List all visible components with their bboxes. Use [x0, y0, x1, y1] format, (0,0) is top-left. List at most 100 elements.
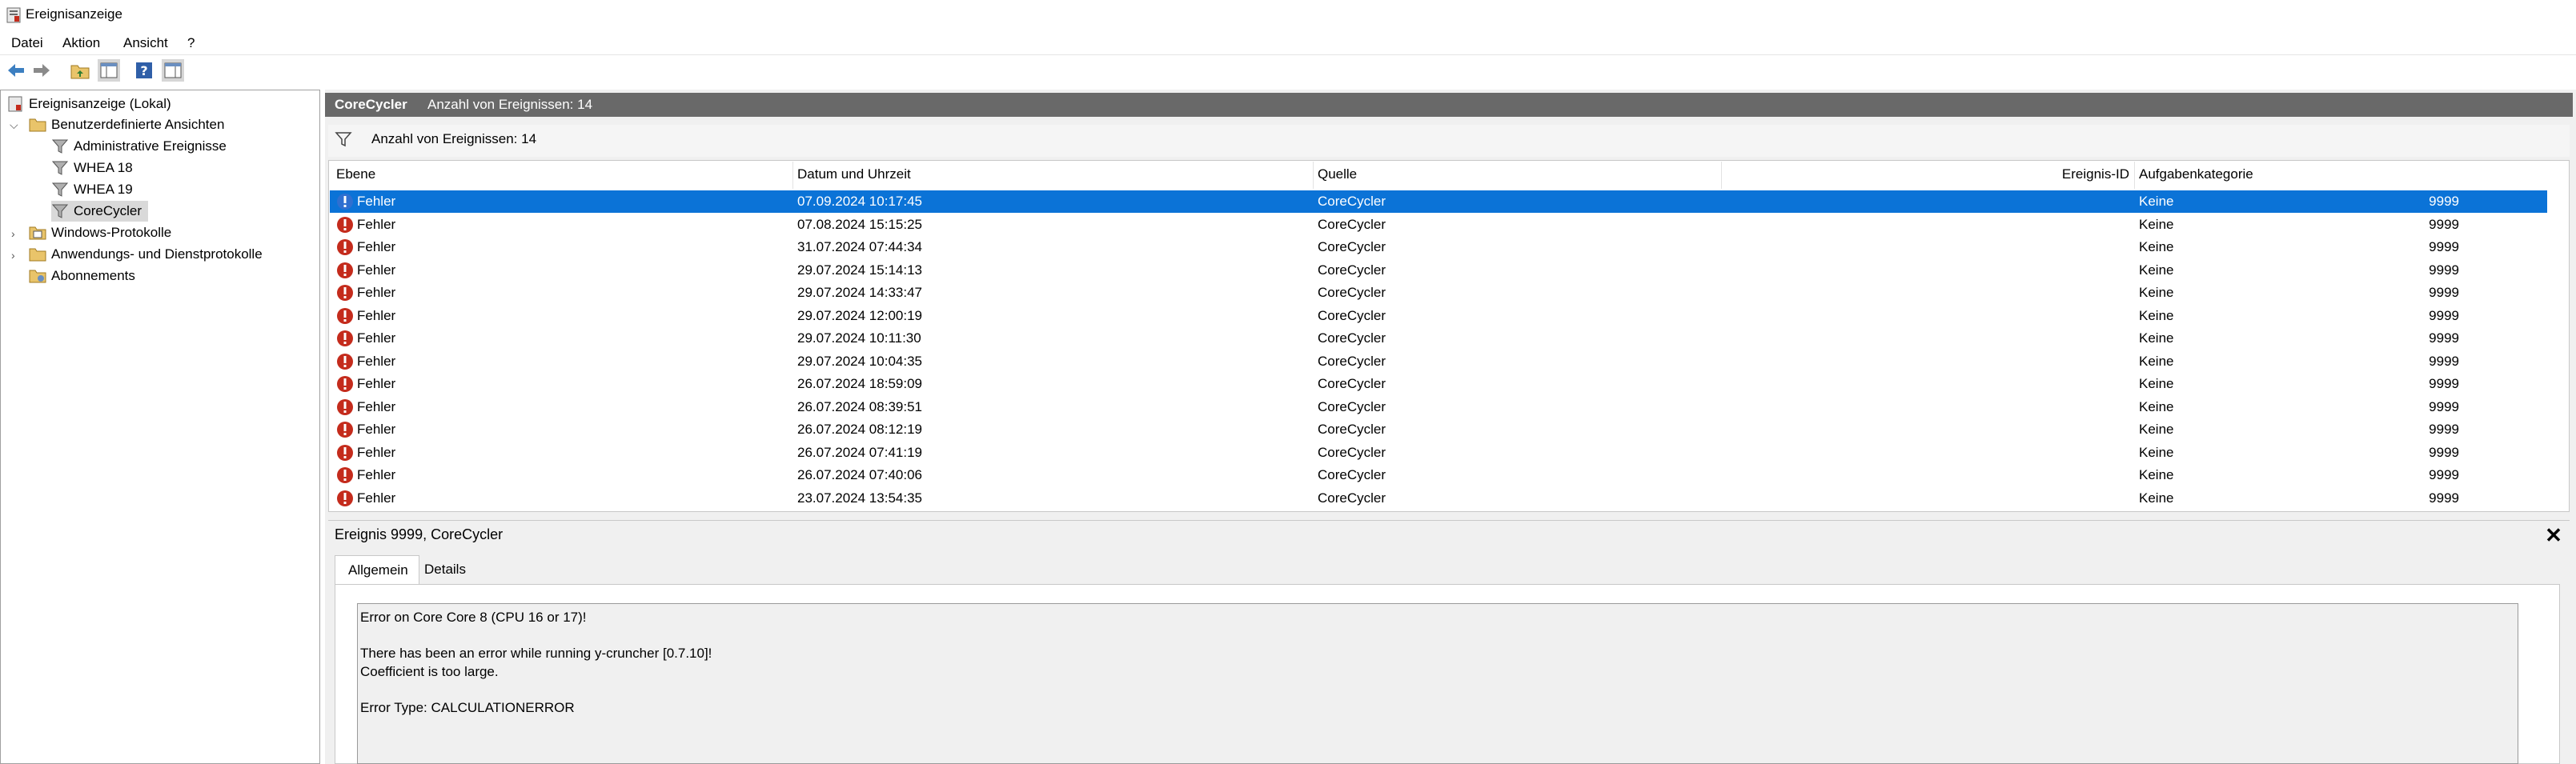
close-icon[interactable]: ✕ — [2542, 523, 2565, 547]
column-header-source[interactable]: Quelle — [1318, 166, 1357, 182]
chevron-right-icon[interactable]: › — [11, 249, 22, 262]
tree-whea19-label: WHEA 19 — [74, 182, 133, 197]
menu-aktion[interactable]: Aktion — [62, 35, 100, 51]
cell-level: Fehler — [357, 467, 396, 482]
error-icon — [337, 398, 353, 415]
tree-custom-views-label: Benutzerdefinierte Ansichten — [51, 117, 225, 132]
column-header-task[interactable]: Aufgabenkategorie — [2139, 166, 2253, 182]
detail-header — [328, 520, 2570, 551]
column-divider[interactable] — [1721, 162, 1722, 189]
cell-task: Keine — [2139, 216, 2174, 232]
toolbar — [0, 56, 2576, 86]
cell-level: Fehler — [357, 216, 396, 232]
menu-help[interactable]: ? — [187, 35, 195, 51]
cell-source: CoreCycler — [1318, 239, 1386, 254]
error-icon — [337, 444, 353, 461]
tree-app-logs[interactable]: Anwendungs- und Dienstprotokolle — [29, 244, 263, 265]
detail-title: Ereignis 9999, CoreCycler — [335, 526, 504, 542]
column-header-datetime[interactable]: Datum und Uhrzeit — [797, 166, 911, 182]
column-divider[interactable] — [792, 162, 793, 189]
up-folder-button[interactable] — [69, 59, 91, 82]
tab-allgemein[interactable]: Allgemein — [335, 555, 419, 584]
table-row[interactable]: Fehler 29.07.2024 10:04:35 CoreCycler 9999 K… — [330, 350, 2547, 373]
table-row[interactable]: Fehler 07.09.2024 10:17:45 CoreCycler 9999 K… — [330, 190, 2547, 213]
tree-whea18[interactable]: WHEA 18 — [51, 158, 133, 178]
cell-level: Fehler — [357, 239, 396, 254]
table-row[interactable]: Fehler 29.07.2024 10:11:30 CoreCycler 9999 K… — [330, 327, 2547, 350]
tree-whea18-label: WHEA 18 — [74, 160, 133, 175]
table-row[interactable]: Fehler 26.07.2024 18:59:09 CoreCycler 9999 K… — [330, 373, 2547, 395]
cell-task: Keine — [2139, 330, 2174, 346]
tab-allgemein-label: Allgemein — [348, 562, 408, 578]
cell-datetime: 26.07.2024 07:41:19 — [797, 444, 922, 460]
back-button[interactable] — [5, 59, 27, 82]
cell-datetime: 07.08.2024 15:15:25 — [797, 216, 922, 232]
cell-level: Fehler — [357, 376, 396, 391]
cell-source: CoreCycler — [1318, 262, 1386, 278]
table-row[interactable]: Fehler 31.07.2024 07:44:34 CoreCycler 9999 K… — [330, 236, 2547, 258]
cell-source: CoreCycler — [1318, 422, 1386, 437]
show-tree-button[interactable] — [98, 59, 120, 82]
cell-datetime: 23.07.2024 13:54:35 — [797, 490, 922, 506]
cell-task: Keine — [2139, 239, 2174, 254]
filter-summary: Anzahl von Ereignissen: 14 — [371, 131, 537, 146]
table-row[interactable]: Fehler 23.07.2024 13:54:35 CoreCycler 9999 K… — [330, 487, 2547, 510]
cell-level: Fehler — [357, 490, 396, 506]
chevron-right-icon[interactable]: › — [11, 227, 22, 240]
description-line: Coefficient is too large. — [360, 664, 499, 679]
view-header-bar — [325, 93, 2573, 117]
table-row[interactable]: Fehler 26.07.2024 07:41:19 CoreCycler 9999 K… — [330, 442, 2547, 464]
tree-custom-views[interactable]: Benutzerdefinierte Ansichten — [29, 114, 224, 135]
column-divider[interactable] — [1313, 162, 1314, 189]
description-line: There has been an error while running y-… — [360, 646, 712, 661]
cell-datetime: 07.09.2024 10:17:45 — [797, 194, 922, 209]
chevron-down-icon[interactable]: ⌵ — [10, 118, 21, 131]
show-action-pane-button[interactable] — [162, 59, 184, 82]
cell-level: Fehler — [357, 285, 396, 300]
description-textbox[interactable] — [357, 603, 2518, 764]
table-row[interactable]: Fehler 29.07.2024 14:33:47 CoreCycler 9999 K… — [330, 282, 2547, 304]
tab-details[interactable]: Details — [424, 562, 466, 578]
menu-ansicht[interactable]: Ansicht — [123, 35, 168, 51]
tree-root[interactable]: Ereignisanzeige (Lokal) — [6, 94, 171, 114]
cell-source: CoreCycler — [1318, 216, 1386, 232]
tree-corecycler[interactable]: CoreCycler — [51, 201, 149, 222]
cell-task: Keine — [2139, 307, 2174, 323]
window-title: Ereignisanzeige — [26, 6, 122, 22]
cell-level: Fehler — [357, 262, 396, 278]
column-header-level[interactable]: Ebene — [336, 166, 375, 182]
forward-button[interactable] — [30, 59, 53, 82]
table-row[interactable]: Fehler 26.07.2024 08:12:19 CoreCycler 9999 K… — [330, 418, 2547, 441]
tree-whea19[interactable]: WHEA 19 — [51, 179, 133, 200]
column-header-event-id[interactable]: Ereignis-ID — [2062, 166, 2129, 182]
menu-datei[interactable]: Datei — [11, 35, 43, 51]
table-row[interactable]: Fehler 26.07.2024 07:40:06 CoreCycler 9999 K… — [330, 464, 2547, 486]
cell-level: Fehler — [357, 444, 396, 460]
column-divider[interactable] — [2134, 162, 2135, 189]
tree-corecycler-label: CoreCycler — [74, 203, 142, 218]
cell-task: Keine — [2139, 398, 2174, 414]
cell-datetime: 29.07.2024 10:04:35 — [797, 353, 922, 369]
table-row[interactable]: Fehler 07.08.2024 15:15:25 CoreCycler 9999 K… — [330, 214, 2547, 236]
help-button[interactable]: ? — [133, 59, 155, 82]
tree-root-label: Ereignisanzeige (Lokal) — [29, 96, 171, 111]
cell-level: Fehler — [357, 194, 396, 209]
cell-datetime: 26.07.2024 18:59:09 — [797, 376, 922, 391]
table-row[interactable]: Fehler 29.07.2024 12:00:19 CoreCycler 9999 K… — [330, 305, 2547, 327]
cell-task: Keine — [2139, 422, 2174, 437]
cell-datetime: 26.07.2024 08:12:19 — [797, 422, 922, 437]
tree-admin-events[interactable]: Administrative Ereignisse — [51, 136, 227, 157]
table-row[interactable]: Fehler 26.07.2024 08:39:51 CoreCycler 9999 K… — [330, 396, 2547, 418]
tree-subscriptions[interactable]: Abonnements — [29, 266, 135, 286]
cell-datetime: 29.07.2024 14:33:47 — [797, 285, 922, 300]
cell-datetime: 26.07.2024 08:39:51 — [797, 398, 922, 414]
cell-datetime: 31.07.2024 07:44:34 — [797, 239, 922, 254]
folder-icon — [29, 246, 46, 262]
cell-level: Fehler — [357, 398, 396, 414]
table-row[interactable]: Fehler 29.07.2024 15:14:13 CoreCycler 9999 K… — [330, 259, 2547, 282]
filter-icon — [51, 160, 69, 176]
event-viewer-icon — [6, 96, 24, 112]
tree-windows-logs[interactable]: Windows-Protokolle — [29, 222, 171, 243]
cell-task: Keine — [2139, 467, 2174, 482]
cell-level: Fehler — [357, 307, 396, 323]
